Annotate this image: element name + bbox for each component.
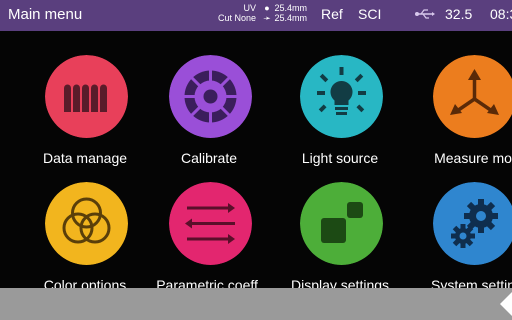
menu-item-system-settings[interactable]: System settin [408, 178, 512, 296]
display-settings-icon [300, 182, 383, 265]
menu-item-label: Calibrate [180, 150, 238, 166]
menu-item-display-settings[interactable]: Display settings [275, 178, 405, 296]
page-title: Main menu [8, 6, 83, 23]
menu-item-parametric-coeff[interactable]: Parametric coeff. [144, 178, 274, 296]
aperture-info: ● 25.4mm ➛ 25.4mm [262, 3, 307, 23]
menu-item-label: Light source [301, 150, 379, 166]
menu-item-light-source[interactable]: Light source [275, 51, 405, 169]
usb-icon [415, 9, 435, 19]
color-options-icon [45, 182, 128, 265]
bottom-bar [0, 288, 512, 320]
parametric-coeff-icon [169, 182, 252, 265]
cut-mode-text: Cut None [217, 13, 256, 23]
back-arrow-icon[interactable] [500, 290, 512, 318]
sci-indicator: SCI [358, 6, 382, 22]
status-bar: Main menu UV Cut None ● 25.4mm ➛ 25.4mm … [0, 0, 512, 31]
caliber-size: 25.4mm [274, 13, 308, 23]
data-manage-icon [45, 55, 128, 138]
aperture-size: 25.4mm [274, 3, 308, 13]
menu-item-label: Measure mo [434, 150, 512, 166]
measure-condition: UV Cut None [200, 3, 256, 23]
caliber-icon: ➛ [263, 13, 271, 23]
clock-time: 08:3 [490, 6, 512, 22]
menu-item-data-manage[interactable]: Data manage [20, 51, 150, 169]
system-settings-icon [433, 182, 512, 265]
menu-item-color-options[interactable]: Color options [20, 178, 150, 296]
measure-mode-icon [433, 55, 512, 138]
light-mode-text: UV [243, 3, 256, 13]
menu-item-measure-mode[interactable]: Measure mo [408, 51, 512, 169]
temperature-value: 32.5 [445, 6, 473, 22]
ref-indicator: Ref [321, 6, 343, 22]
lightbulb-icon [300, 55, 383, 138]
menu-item-calibrate[interactable]: Calibrate [144, 51, 274, 169]
aperture-dot-icon: ● [264, 3, 270, 13]
calibrate-icon [169, 55, 252, 138]
